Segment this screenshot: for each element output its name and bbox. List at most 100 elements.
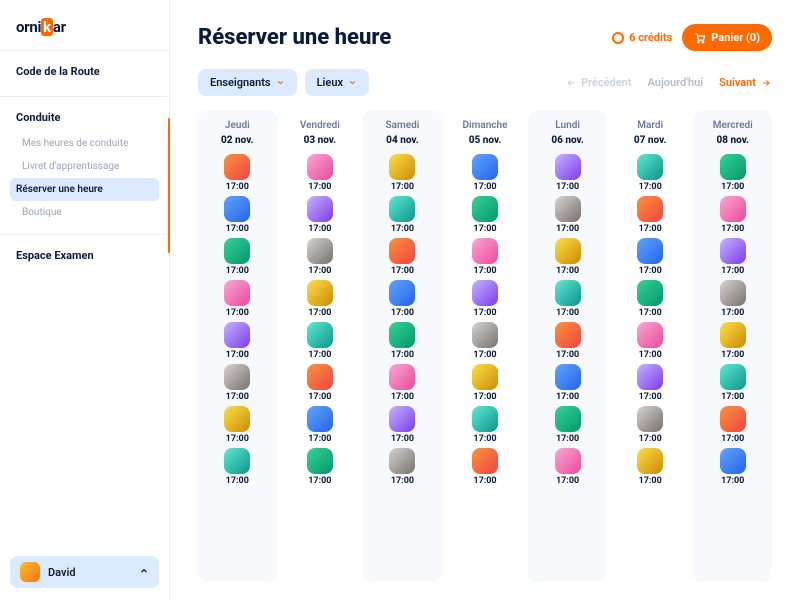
- slot-time: 17:00: [556, 434, 579, 444]
- time-slot[interactable]: 17:00: [555, 196, 581, 234]
- time-slot[interactable]: 17:00: [637, 322, 663, 360]
- day-date: 05 nov.: [469, 135, 502, 146]
- instructor-avatar: [307, 322, 333, 348]
- day-name: Jeudi: [225, 120, 250, 131]
- sidebar-item-livret[interactable]: Livret d'apprentissage: [6, 155, 163, 178]
- slot-time: 17:00: [391, 434, 414, 444]
- time-slot[interactable]: 17:00: [637, 154, 663, 192]
- nav-title-examen[interactable]: Espace Examen: [0, 245, 169, 270]
- credits-badge[interactable]: 6 crédits: [612, 31, 672, 44]
- time-slot[interactable]: 17:00: [720, 364, 746, 402]
- instructor-avatar: [472, 448, 498, 474]
- slot-time: 17:00: [473, 224, 496, 234]
- time-slot[interactable]: 17:00: [637, 238, 663, 276]
- time-slot[interactable]: 17:00: [555, 322, 581, 360]
- time-slot[interactable]: 17:00: [472, 364, 498, 402]
- pager-today[interactable]: Aujourd'hui: [648, 76, 704, 89]
- time-slot[interactable]: 17:00: [307, 364, 333, 402]
- time-slot[interactable]: 17:00: [307, 406, 333, 444]
- time-slot[interactable]: 17:00: [224, 154, 250, 192]
- time-slot[interactable]: 17:00: [307, 238, 333, 276]
- time-slot[interactable]: 17:00: [389, 196, 415, 234]
- time-slot[interactable]: 17:00: [389, 154, 415, 192]
- instructor-avatar: [224, 322, 250, 348]
- pager-next[interactable]: Suivant: [719, 76, 772, 89]
- time-slot[interactable]: 17:00: [389, 238, 415, 276]
- day-column: Mercredi08 nov.17:0017:0017:0017:0017:00…: [693, 110, 772, 582]
- time-slot[interactable]: 17:00: [637, 364, 663, 402]
- time-slot[interactable]: 17:00: [307, 280, 333, 318]
- slot-time: 17:00: [556, 224, 579, 234]
- time-slot[interactable]: 17:00: [389, 280, 415, 318]
- time-slot[interactable]: 17:00: [555, 280, 581, 318]
- time-slot[interactable]: 17:00: [307, 448, 333, 486]
- slot-time: 17:00: [639, 182, 662, 192]
- nav-title-conduite[interactable]: Conduite: [0, 107, 169, 132]
- time-slot[interactable]: 17:00: [720, 322, 746, 360]
- filter-places[interactable]: Lieux: [305, 69, 369, 96]
- time-slot[interactable]: 17:00: [637, 196, 663, 234]
- nav-title-code[interactable]: Code de la Route: [0, 61, 169, 86]
- slot-time: 17:00: [391, 308, 414, 318]
- instructor-avatar: [555, 280, 581, 306]
- time-slot[interactable]: 17:00: [224, 406, 250, 444]
- filter-teachers[interactable]: Enseignants: [198, 69, 297, 96]
- slot-time: 17:00: [556, 476, 579, 486]
- slot-time: 17:00: [391, 392, 414, 402]
- arrow-right-icon: [760, 78, 772, 88]
- slot-time: 17:00: [391, 476, 414, 486]
- time-slot[interactable]: 17:00: [307, 322, 333, 360]
- coin-icon: [612, 32, 624, 44]
- time-slot[interactable]: 17:00: [472, 406, 498, 444]
- time-slot[interactable]: 17:00: [720, 238, 746, 276]
- user-menu[interactable]: David: [10, 556, 159, 588]
- instructor-avatar: [307, 364, 333, 390]
- time-slot[interactable]: 17:00: [720, 280, 746, 318]
- time-slot[interactable]: 17:00: [637, 280, 663, 318]
- avatar: [20, 562, 40, 582]
- time-slot[interactable]: 17:00: [224, 238, 250, 276]
- time-slot[interactable]: 17:00: [555, 364, 581, 402]
- time-slot[interactable]: 17:00: [307, 154, 333, 192]
- time-slot[interactable]: 17:00: [389, 322, 415, 360]
- instructor-avatar: [720, 280, 746, 306]
- instructor-avatar: [555, 364, 581, 390]
- time-slot[interactable]: 17:00: [389, 406, 415, 444]
- arrow-left-icon: [565, 78, 577, 88]
- time-slot[interactable]: 17:00: [389, 448, 415, 486]
- time-slot[interactable]: 17:00: [472, 322, 498, 360]
- sidebar-item-reserver[interactable]: Réserver une heure: [10, 178, 159, 201]
- user-name: David: [48, 566, 76, 579]
- time-slot[interactable]: 17:00: [472, 448, 498, 486]
- time-slot[interactable]: 17:00: [720, 448, 746, 486]
- instructor-avatar: [224, 364, 250, 390]
- time-slot[interactable]: 17:00: [555, 448, 581, 486]
- slot-time: 17:00: [308, 476, 331, 486]
- time-slot[interactable]: 17:00: [555, 238, 581, 276]
- time-slot[interactable]: 17:00: [307, 196, 333, 234]
- time-slot[interactable]: 17:00: [472, 196, 498, 234]
- sidebar-item-heures[interactable]: Mes heures de conduite: [6, 132, 163, 155]
- time-slot[interactable]: 17:00: [720, 154, 746, 192]
- time-slot[interactable]: 17:00: [637, 448, 663, 486]
- time-slot[interactable]: 17:00: [637, 406, 663, 444]
- time-slot[interactable]: 17:00: [472, 280, 498, 318]
- time-slot[interactable]: 17:00: [555, 154, 581, 192]
- slot-time: 17:00: [639, 266, 662, 276]
- instructor-avatar: [555, 406, 581, 432]
- time-slot[interactable]: 17:00: [720, 406, 746, 444]
- sidebar-accent: [168, 118, 170, 253]
- time-slot[interactable]: 17:00: [224, 364, 250, 402]
- time-slot[interactable]: 17:00: [720, 196, 746, 234]
- time-slot[interactable]: 17:00: [224, 322, 250, 360]
- time-slot[interactable]: 17:00: [472, 238, 498, 276]
- time-slot[interactable]: 17:00: [224, 448, 250, 486]
- time-slot[interactable]: 17:00: [555, 406, 581, 444]
- instructor-avatar: [637, 322, 663, 348]
- sidebar-item-boutique[interactable]: Boutique: [6, 201, 163, 224]
- cart-button[interactable]: Panier (0): [682, 24, 772, 51]
- time-slot[interactable]: 17:00: [224, 196, 250, 234]
- time-slot[interactable]: 17:00: [472, 154, 498, 192]
- time-slot[interactable]: 17:00: [224, 280, 250, 318]
- time-slot[interactable]: 17:00: [389, 364, 415, 402]
